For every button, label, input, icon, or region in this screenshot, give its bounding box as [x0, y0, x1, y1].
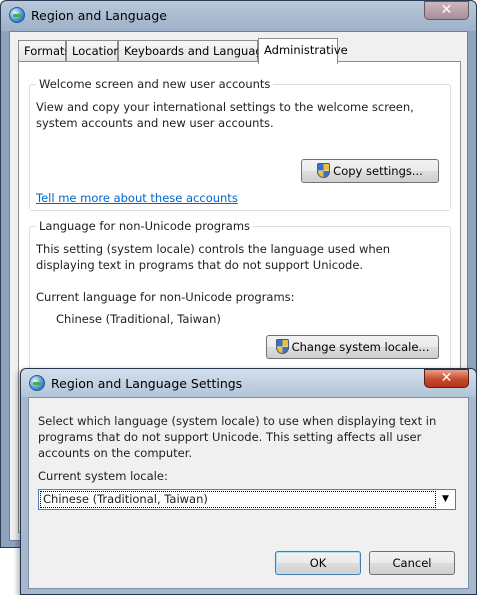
welcome-description: View and copy your international setting… [36, 100, 414, 130]
tab-location[interactable]: Location [66, 40, 121, 62]
system-locale-dropdown[interactable]: Chinese (Traditional, Taiwan) ▼ [38, 489, 456, 510]
non-unicode-group-label: Language for non-Unicode programs [36, 219, 254, 233]
accounts-help-link[interactable]: Tell me more about these accounts [36, 191, 238, 205]
current-language-label: Current language for non-Unicode program… [36, 290, 295, 304]
copy-settings-button[interactable]: Copy settings... [301, 159, 439, 183]
region-globe-icon [9, 7, 25, 23]
uac-shield-icon [317, 163, 331, 178]
change-system-locale-button[interactable]: Change system locale... [266, 335, 439, 359]
current-language-value: Chinese (Traditional, Taiwan) [56, 312, 221, 326]
region-language-settings-dialog: Region and Language Settings ✕ Select wh… [20, 368, 477, 595]
tab-formats[interactable]: Formats [18, 40, 71, 62]
close-button[interactable]: ✕ [424, 1, 469, 20]
change-system-locale-label: Change system locale... [291, 340, 430, 354]
tab-keyboards-and-languages[interactable]: Keyboards and Languages [118, 40, 276, 62]
system-locale-value: Chinese (Traditional, Taiwan) [40, 491, 436, 508]
window-title: Region and Language [31, 8, 167, 23]
dialog-client-area: Select which language (system locale) to… [28, 397, 469, 589]
region-globe-icon [29, 375, 45, 391]
cancel-button[interactable]: Cancel [369, 551, 455, 575]
welcome-screen-group: Welcome screen and new user accounts Vie… [29, 77, 451, 211]
copy-settings-label: Copy settings... [333, 164, 423, 178]
dialog-close-button[interactable]: ✕ [424, 369, 469, 388]
chevron-down-icon[interactable]: ▼ [437, 491, 454, 508]
dialog-description: Select which language (system locale) to… [38, 414, 437, 460]
welcome-group-label: Welcome screen and new user accounts [36, 77, 274, 91]
system-locale-label: Current system locale: [38, 469, 168, 483]
ok-button[interactable]: OK [275, 551, 361, 575]
tab-administrative[interactable]: Administrative [258, 38, 348, 64]
dialog-title: Region and Language Settings [51, 376, 243, 391]
non-unicode-description: This setting (system locale) controls th… [36, 242, 391, 272]
uac-shield-icon [275, 339, 289, 354]
